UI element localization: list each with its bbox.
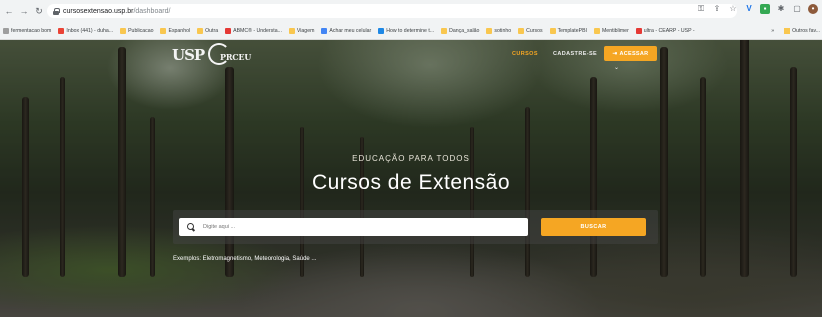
nav-link-cursos[interactable]: CURSOS	[512, 51, 538, 57]
bookmark-label: Viagem	[296, 28, 315, 34]
folder-icon	[486, 28, 493, 34]
hero-kicker: EDUCAÇÃO PARA TODOS	[352, 154, 470, 163]
folder-icon	[593, 28, 600, 34]
youtube-icon	[635, 28, 642, 34]
bookmark-item[interactable]: Inbox (441) - duha...	[58, 28, 113, 34]
bookmark-item[interactable]: sotinho	[486, 28, 511, 34]
chevron-down-icon[interactable]: ⌄	[614, 64, 619, 71]
bookmark-label: Dança_salão	[449, 28, 480, 34]
folder-icon	[441, 28, 448, 34]
bookmark-label: ABMC® - Understa...	[233, 28, 282, 34]
search-icon	[187, 223, 195, 231]
nav-link-cadastre-se[interactable]: CADASTRE-SE	[553, 51, 597, 57]
bookmark-label: Cursos	[526, 28, 543, 34]
gmail-icon	[58, 28, 65, 34]
bookmark-item[interactable]: ultra - CEARP - USP -	[635, 28, 695, 34]
bookmark-label: Inbox (441) - duha...	[66, 28, 114, 34]
folder-icon	[288, 28, 295, 34]
bookmark-label: fermentacao bom	[11, 28, 52, 34]
bookmark-item[interactable]: Espanhol	[160, 28, 190, 34]
other-bookmarks[interactable]: Outros fav...	[792, 28, 820, 34]
bookmark-label: Achar meu celular	[329, 28, 372, 34]
back-icon[interactable]: ←	[3, 4, 15, 18]
bookmark-label: ultra - CEARP - USP -	[643, 28, 695, 34]
hero: USP PRCEU CURSOS CADASTRE-SE ⇥ ACESSAR ⌄…	[0, 40, 822, 317]
bookmark-item[interactable]: Publicacao	[120, 28, 153, 34]
browser-chrome: ← → ↻ cursosextensao.usp.br/dashboard/ ⚿…	[0, 0, 822, 40]
puzzle-icon[interactable]: ✱	[776, 4, 786, 14]
search-button[interactable]: BUSCAR	[541, 218, 646, 236]
folder-icon	[549, 28, 556, 34]
bookmarks-right: » Outros fav...	[771, 23, 820, 39]
extension-green-icon[interactable]: ▪	[760, 4, 770, 14]
bookmark-label: Espanhol	[168, 28, 191, 34]
search-examples: Exemplos: Eletromagnetismo, Meteorologia…	[173, 256, 317, 262]
bookmark-item[interactable]: Viagem	[288, 28, 315, 34]
bookmark-icon	[3, 28, 9, 34]
bookmark-item[interactable]: fermentacao bom	[3, 28, 51, 34]
avatar[interactable]: •	[808, 4, 818, 14]
lock-icon	[53, 7, 60, 15]
search-input[interactable]	[203, 224, 503, 230]
sidebar-icon[interactable]: ▢	[792, 4, 802, 14]
address-bar[interactable]: cursosextensao.usp.br/dashboard/	[47, 4, 737, 18]
bookmark-label: TemplatePBI	[557, 28, 587, 34]
bookmark-item[interactable]: Dança_salão	[441, 28, 479, 34]
login-icon: ⇥	[612, 50, 618, 57]
share-icon[interactable]: ⇪	[712, 4, 722, 14]
bookmark-label: sotinho	[494, 28, 512, 34]
bookmark-item[interactable]: How to determine t...	[378, 28, 434, 34]
bookmark-label: Publicacao	[128, 28, 154, 34]
bookmark-item[interactable]: Outra	[197, 28, 218, 34]
forward-icon[interactable]: →	[18, 4, 30, 18]
url-host: cursosextensao.usp.br	[63, 7, 134, 15]
bookmark-label: Outra	[205, 28, 219, 34]
bookmark-label: Mentiblimer	[601, 28, 629, 34]
url-path: /dashboard/	[133, 7, 171, 15]
folder-icon	[160, 28, 167, 34]
folder-icon	[197, 28, 204, 34]
bookmarks-more-button[interactable]: »	[771, 28, 774, 34]
bookmark-item[interactable]: ABMC® - Understa...	[225, 28, 282, 34]
folder-icon	[518, 28, 525, 34]
bookmark-item[interactable]: Achar meu celular	[321, 28, 371, 34]
bookmark-item[interactable]: TemplatePBI	[549, 28, 587, 34]
folder-icon	[120, 28, 127, 34]
access-button-label: ACESSAR	[619, 50, 649, 57]
page-title: Cursos de Extensão	[311, 171, 511, 194]
site-nav: USP PRCEU CURSOS CADASTRE-SE ⇥ ACESSAR ⌄	[0, 40, 822, 72]
key-icon[interactable]: ⚿	[696, 4, 706, 14]
bookmarks-bar: fermentacao bom Inbox (441) - duha... Publ…	[0, 23, 822, 39]
search-box[interactable]	[179, 218, 528, 236]
extension-v-icon[interactable]: V	[744, 4, 754, 14]
prceu-logo-text: PRCEU	[220, 52, 252, 62]
youtube-icon	[225, 28, 232, 34]
google-icon	[321, 28, 328, 34]
prceu-logo[interactable]: PRCEU	[208, 43, 252, 65]
bookmark-label: How to determine t...	[386, 28, 435, 34]
folder-icon	[784, 28, 791, 34]
search-panel: BUSCAR	[173, 210, 658, 244]
toolbar-icons: ⚿ ⇪ ☆ V ▪ ✱ ▢ •	[696, 4, 818, 14]
bookmark-item[interactable]: Mentiblimer	[593, 28, 629, 34]
usp-logo[interactable]: USP	[172, 46, 205, 64]
reload-icon[interactable]: ↻	[33, 4, 45, 18]
star-icon[interactable]: ☆	[728, 4, 738, 14]
site-icon	[378, 28, 385, 34]
access-button[interactable]: ⇥ ACESSAR	[604, 46, 657, 61]
bookmark-item[interactable]: Cursos	[518, 28, 543, 34]
